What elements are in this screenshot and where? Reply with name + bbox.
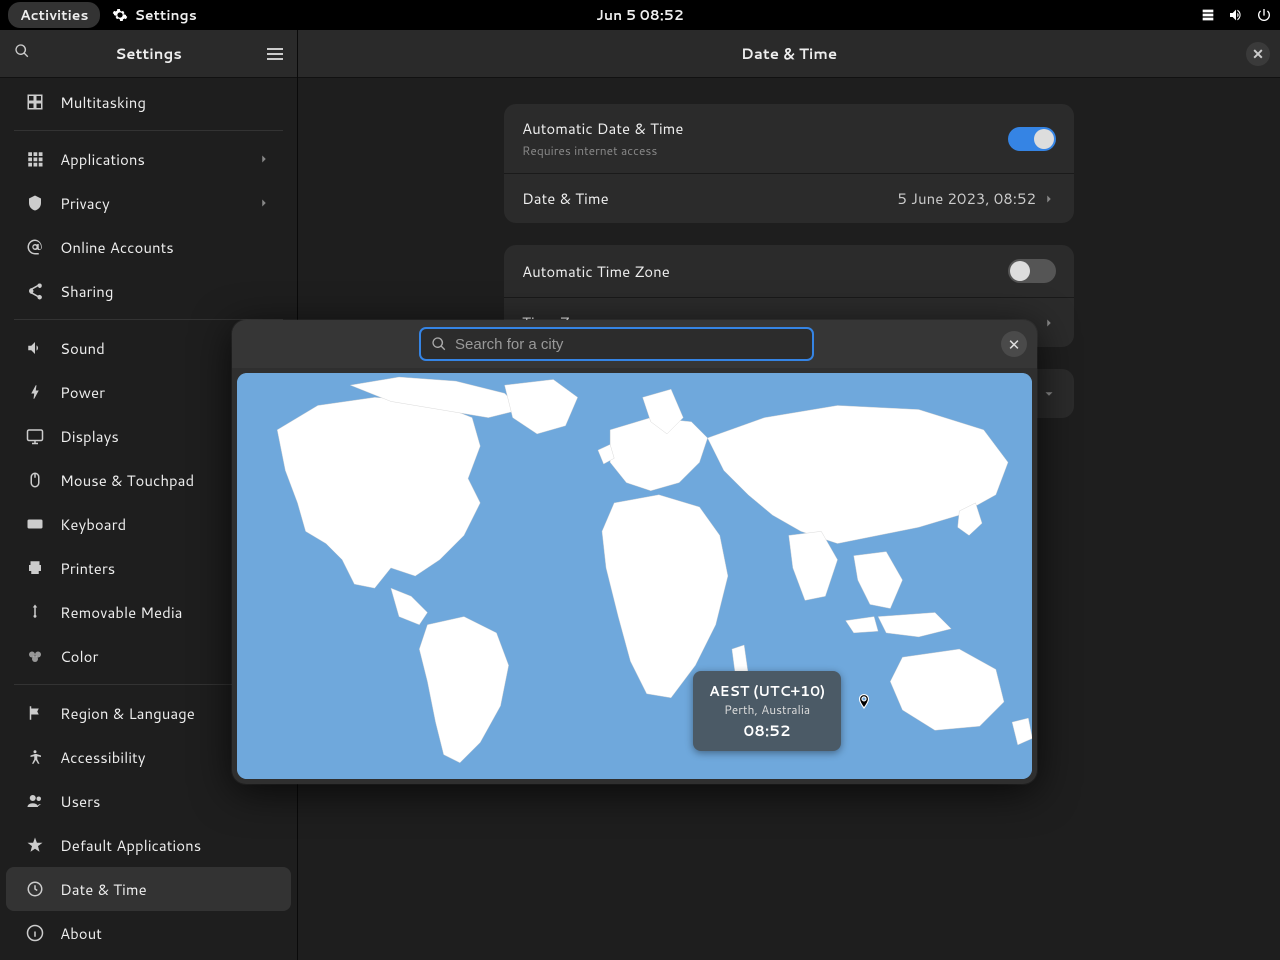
sidebar-item-label: Online Accounts: [60, 237, 174, 258]
world-map-svg: [237, 373, 1032, 779]
popover-close-button[interactable]: ✕: [1001, 331, 1027, 357]
star-icon: [26, 836, 44, 854]
app-name: Settings: [134, 5, 196, 25]
display-icon: [26, 427, 44, 445]
search-icon: [431, 336, 447, 352]
sidebar-item-applications[interactable]: Applications: [6, 137, 291, 181]
main-header: Date & Time ✕: [298, 30, 1280, 78]
sidebar-item-label: Removable Media: [60, 602, 182, 623]
sidebar-item-label: Mouse & Touchpad: [60, 470, 194, 491]
timezone-location: Perth, Australia: [709, 701, 825, 718]
info-icon: [26, 924, 44, 942]
auto-timezone-label: Automatic Time Zone: [522, 261, 670, 282]
settings-window: Settings Multitasking Applications Privacy…: [0, 30, 1280, 960]
sidebar-item-label: Date & Time: [60, 879, 147, 900]
sidebar-item-date-time[interactable]: Date & Time: [6, 867, 291, 911]
sidebar-item-privacy[interactable]: Privacy: [6, 181, 291, 225]
sidebar-item-label: About: [60, 923, 102, 944]
gear-icon: [112, 7, 128, 23]
activities-button[interactable]: Activities: [8, 2, 100, 28]
sidebar-separator: [14, 130, 283, 131]
app-menu[interactable]: Settings: [112, 5, 196, 25]
privacy-icon: [26, 194, 44, 212]
sidebar-item-label: Default Applications: [60, 835, 201, 856]
chevron-right-icon: [1042, 316, 1056, 330]
chevron-right-icon: [257, 196, 271, 210]
city-search-input[interactable]: [455, 336, 802, 353]
city-search-box: [419, 327, 814, 361]
timezone-popover: ✕: [232, 320, 1037, 784]
sidebar-item-label: Keyboard: [60, 514, 126, 535]
auto-timezone-row: Automatic Time Zone: [504, 245, 1074, 297]
mouse-icon: [26, 471, 44, 489]
popover-header: ✕: [232, 320, 1037, 368]
sidebar-item-label: Sound: [60, 338, 105, 359]
sidebar-item-label: Privacy: [60, 193, 110, 214]
search-icon[interactable]: [14, 43, 30, 64]
datetime-label: Date & Time: [522, 188, 609, 209]
sidebar-item-label: Region & Language: [60, 703, 195, 724]
chevron-down-icon: [1042, 387, 1056, 401]
sidebar-item-about[interactable]: About: [6, 911, 291, 955]
sidebar-item-multitasking[interactable]: Multitasking: [6, 80, 291, 124]
auto-datetime-sub: Requires internet access: [522, 142, 683, 159]
clock-icon: [26, 880, 44, 898]
datetime-row[interactable]: Date & Time 5 June 2023, 08:52: [504, 173, 1074, 223]
auto-datetime-row: Automatic Date & Time Requires internet …: [504, 104, 1074, 173]
sidebar-item-label: Displays: [60, 426, 119, 447]
power-icon: [1256, 7, 1272, 23]
sound-icon: [26, 339, 44, 357]
keyboard-icon: [26, 515, 44, 533]
network-icon: [1200, 7, 1216, 23]
printer-icon: [26, 559, 44, 577]
color-icon: [26, 647, 44, 665]
flag-icon: [26, 704, 44, 722]
sidebar-item-online-accounts[interactable]: Online Accounts: [6, 225, 291, 269]
sidebar-item-label: Printers: [60, 558, 115, 579]
power-icon: [26, 383, 44, 401]
datetime-value: 5 June 2023, 08:52: [897, 188, 1036, 209]
clock[interactable]: Jun 5 08:52: [596, 5, 683, 25]
system-tray[interactable]: [1200, 7, 1272, 23]
at-icon: [26, 238, 44, 256]
auto-datetime-toggle[interactable]: [1008, 127, 1056, 151]
users-icon: [26, 792, 44, 810]
top-bar: Activities Settings Jun 5 08:52: [0, 0, 1280, 30]
timezone-tooltip: AEST (UTC+10) Perth, Australia 08:52: [693, 671, 841, 751]
sidebar-item-label: Power: [60, 382, 105, 403]
sidebar-item-label: Multitasking: [60, 92, 146, 113]
multitask-icon: [26, 93, 44, 111]
sidebar-item-sharing[interactable]: Sharing: [6, 269, 291, 313]
sidebar-item-label: Applications: [60, 149, 145, 170]
sidebar-item-label: Color: [60, 646, 98, 667]
timezone-time: 08:52: [709, 720, 825, 741]
volume-icon: [1228, 7, 1244, 23]
sidebar-title: Settings: [30, 43, 267, 64]
auto-timezone-toggle[interactable]: [1008, 259, 1056, 283]
timezone-name: AEST (UTC+10): [709, 681, 825, 701]
auto-datetime-label: Automatic Date & Time: [522, 118, 683, 139]
chevron-right-icon: [257, 152, 271, 166]
share-icon: [26, 282, 44, 300]
world-map[interactable]: AEST (UTC+10) Perth, Australia 08:52: [237, 373, 1032, 779]
usb-icon: [26, 603, 44, 621]
sidebar-item-label: Accessibility: [60, 747, 146, 768]
hamburger-icon[interactable]: [267, 48, 283, 60]
sidebar-header: Settings: [0, 30, 297, 78]
access-icon: [26, 748, 44, 766]
datetime-group: Automatic Date & Time Requires internet …: [504, 104, 1074, 223]
sidebar-item-default-applications[interactable]: Default Applications: [6, 823, 291, 867]
sidebar-item-label: Users: [60, 791, 100, 812]
page-title: Date & Time: [741, 43, 837, 64]
sidebar-item-label: Sharing: [60, 281, 113, 302]
location-pin-icon: [855, 693, 873, 717]
chevron-right-icon: [1042, 192, 1056, 206]
apps-icon: [26, 150, 44, 168]
close-button[interactable]: ✕: [1246, 42, 1270, 66]
sidebar-item-users[interactable]: Users: [6, 779, 291, 823]
